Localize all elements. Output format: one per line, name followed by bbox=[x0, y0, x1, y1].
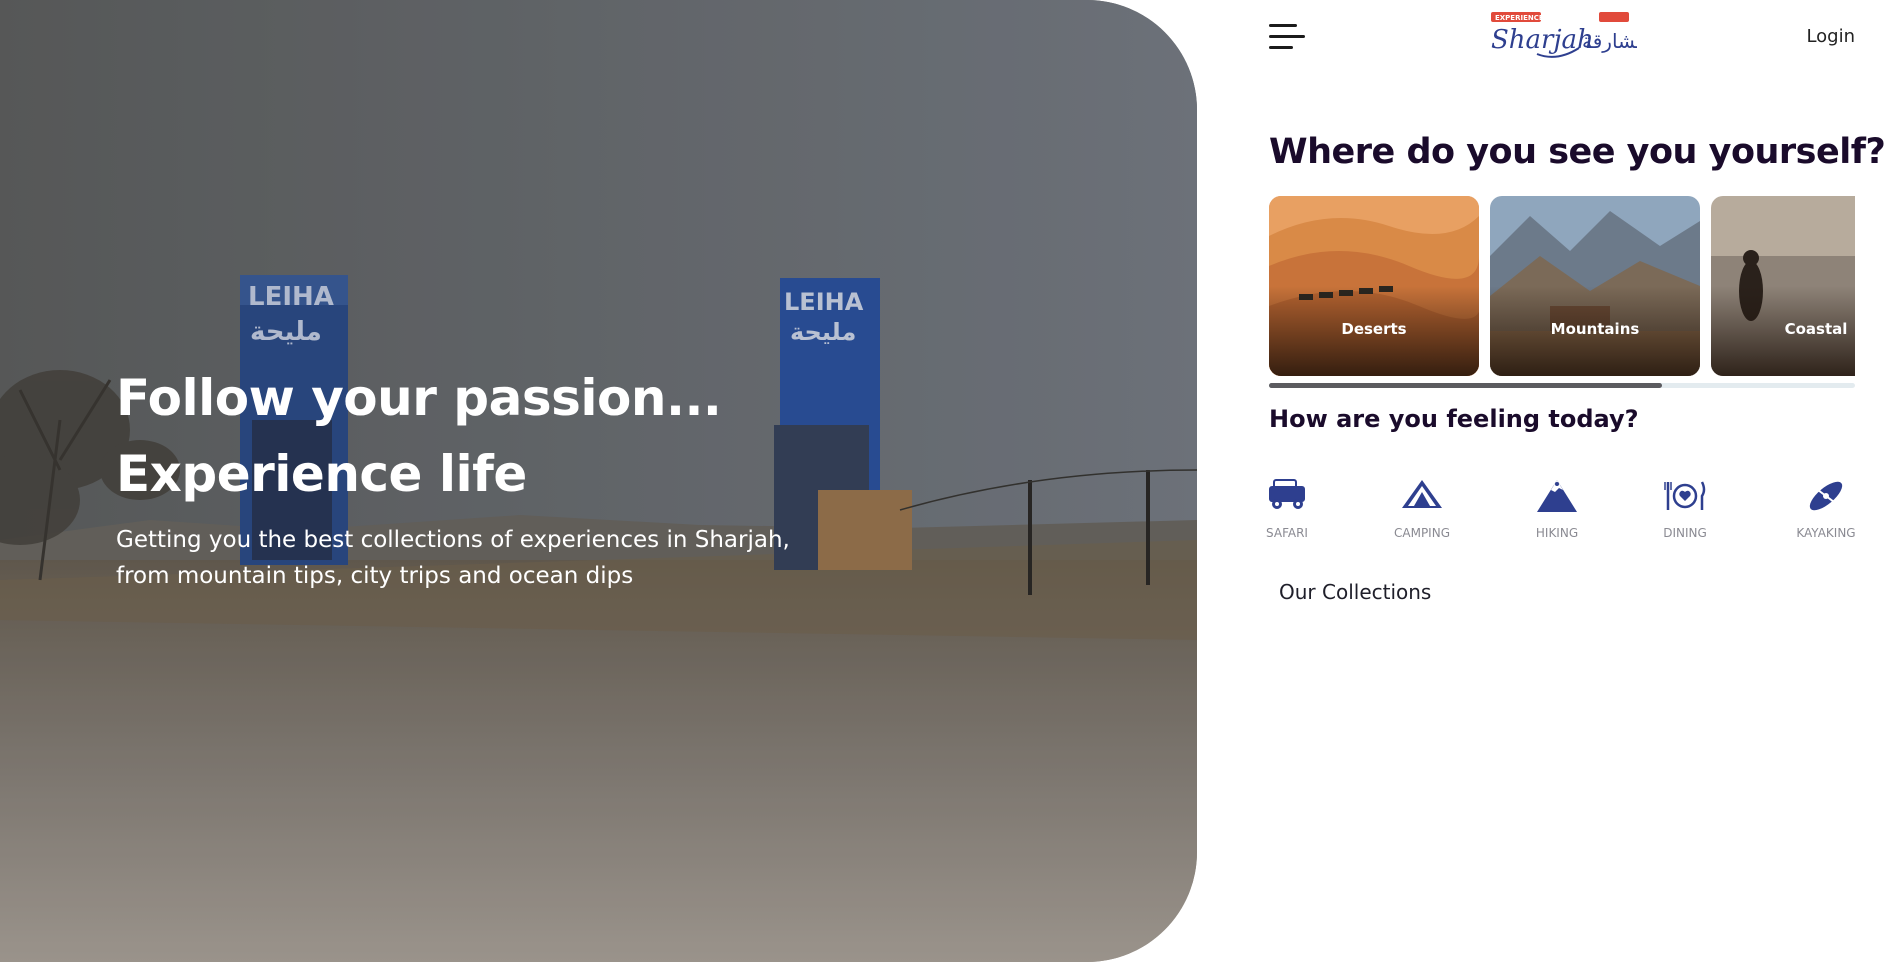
destination-card-mountains[interactable]: Mountains bbox=[1490, 196, 1700, 376]
carousel-scrollbar[interactable] bbox=[1269, 383, 1855, 388]
destination-card-label: Deserts bbox=[1341, 320, 1407, 338]
kayak-icon bbox=[1809, 481, 1843, 511]
feelings-title: How are you feeling today? bbox=[1269, 405, 1639, 433]
tent-icon bbox=[1402, 480, 1442, 508]
hero-subtitle: Getting you the best collections of expe… bbox=[116, 527, 790, 589]
hero-text-block: Follow your passion... Experience life G… bbox=[116, 360, 876, 594]
feeling-label: SAFARI bbox=[1266, 526, 1308, 540]
right-panel: EXPERIENCE Sharjah الشارقة Login Where d… bbox=[1197, 0, 1904, 962]
feeling-camping[interactable]: CAMPING bbox=[1377, 476, 1467, 540]
destination-card-deserts[interactable]: Deserts bbox=[1269, 196, 1479, 376]
logo[interactable]: EXPERIENCE Sharjah الشارقة bbox=[1487, 10, 1648, 66]
feeling-kayaking[interactable]: KAYAKING bbox=[1781, 476, 1871, 540]
hero-banner: LEIHA مليحة LEIHA مليحة Follow your pass… bbox=[0, 0, 1197, 962]
dining-plate-icon bbox=[1664, 481, 1706, 510]
destination-card-label: Mountains bbox=[1550, 320, 1640, 338]
safari-jeep-icon bbox=[1269, 479, 1305, 509]
menu-icon[interactable] bbox=[1269, 24, 1307, 50]
feeling-label: DINING bbox=[1663, 526, 1707, 540]
hero-title: Follow your passion... Experience life bbox=[116, 360, 876, 512]
feeling-label: CAMPING bbox=[1394, 526, 1450, 540]
destinations-title: Where do you see you yourself? bbox=[1269, 132, 1886, 172]
feeling-hiking[interactable]: HIKING bbox=[1512, 476, 1602, 540]
feeling-dining[interactable]: DINING bbox=[1640, 476, 1730, 540]
hero-title-line1: Follow your passion... bbox=[116, 369, 722, 427]
logo-en-text: Sharjah bbox=[1491, 25, 1594, 55]
destination-carousel[interactable]: Deserts Mountains Coastal bbox=[1269, 196, 1855, 376]
mountain-icon bbox=[1537, 480, 1577, 512]
destination-card-coastal[interactable]: Coastal bbox=[1711, 196, 1855, 376]
destination-card-label: Coastal bbox=[1784, 320, 1848, 338]
carousel-scrollbar-thumb[interactable] bbox=[1269, 383, 1662, 388]
collections-title: Our Collections bbox=[1279, 580, 1432, 604]
logo-ar-text: الشارقة bbox=[1582, 29, 1637, 53]
experience-sharjah-logo: EXPERIENCE Sharjah الشارقة bbox=[1491, 12, 1648, 58]
feelings-list: SAFARI CAMPING HIKING DINING KAYAKING bbox=[1266, 476, 1856, 556]
feeling-label: KAYAKING bbox=[1796, 526, 1856, 540]
feeling-label: HIKING bbox=[1535, 526, 1579, 540]
logo-small-text: EXPERIENCE bbox=[1495, 14, 1544, 22]
login-link[interactable]: Login bbox=[1806, 26, 1855, 47]
feeling-safari[interactable]: SAFARI bbox=[1242, 476, 1332, 540]
hero-title-line2: Experience life bbox=[116, 445, 527, 503]
